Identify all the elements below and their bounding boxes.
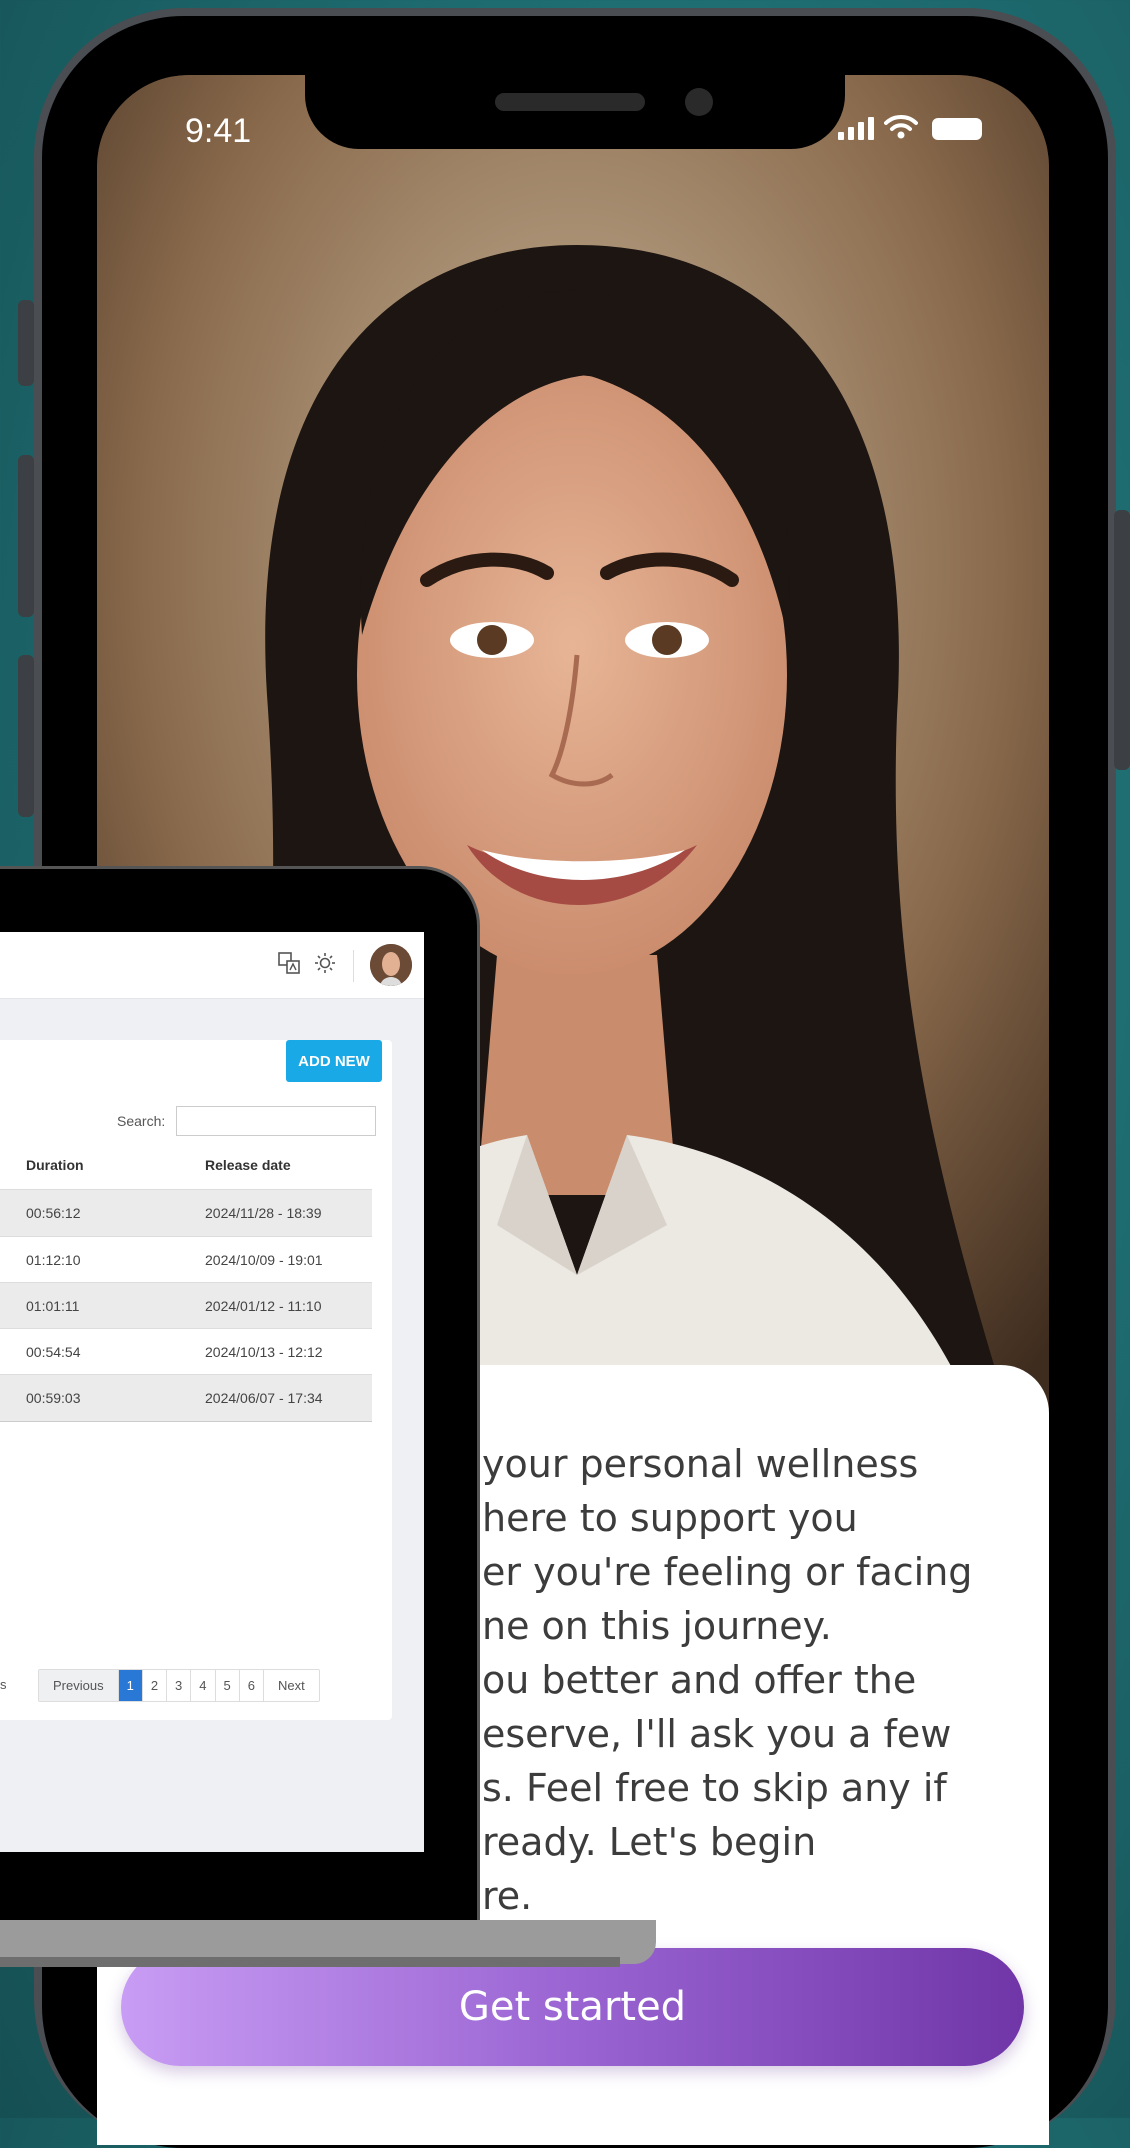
page-button-1[interactable]: 1 <box>117 1670 142 1701</box>
avatar[interactable] <box>370 944 412 986</box>
status-time: 9:41 <box>185 112 252 150</box>
table-row[interactable]: 01:01:11 2024/01/12 - 11:10 <box>0 1282 372 1329</box>
page-button-4[interactable]: 4 <box>190 1670 214 1701</box>
welcome-line: s. Feel free to skip any if <box>482 1766 947 1810</box>
translate-icon[interactable] <box>278 952 300 980</box>
topbar-divider <box>353 950 354 982</box>
welcome-line: ne on this journey. <box>482 1604 832 1648</box>
battery-icon <box>932 118 982 140</box>
table-row[interactable]: 00:56:12 2024/11/28 - 18:39 <box>0 1190 372 1236</box>
add-new-button[interactable]: ADD NEW <box>286 1040 382 1082</box>
speaker-grille <box>495 93 645 111</box>
pagination-info: s <box>0 1677 7 1692</box>
welcome-message: your personal wellness here to support y… <box>482 1437 1002 1923</box>
status-icons <box>838 114 982 140</box>
laptop-screen: ADD NEW Search: Duration Release date 00… <box>0 932 424 1852</box>
pagination: Previous 1 2 3 4 5 6 Next <box>38 1669 320 1702</box>
welcome-line: ou better and offer the <box>482 1658 917 1702</box>
cell-release-date: 2024/10/09 - 19:01 <box>205 1252 323 1268</box>
welcome-line: eserve, I'll ask you a few <box>482 1712 952 1756</box>
next-page-button[interactable]: Next <box>262 1670 319 1701</box>
welcome-line: ready. Let's begin <box>482 1820 817 1864</box>
cell-release-date: 2024/01/12 - 11:10 <box>205 1298 322 1314</box>
sun-icon[interactable] <box>314 952 336 980</box>
phone-side-button <box>18 655 34 817</box>
column-header-duration[interactable]: Duration <box>26 1157 84 1173</box>
phone-power-button <box>1114 510 1130 770</box>
cell-duration: 00:56:12 <box>26 1205 81 1221</box>
cell-duration: 01:01:11 <box>26 1298 80 1314</box>
cell-release-date: 2024/06/07 - 17:34 <box>205 1390 323 1406</box>
phone-notch <box>305 75 845 149</box>
table-row[interactable]: 00:59:03 2024/06/07 - 17:34 <box>0 1374 372 1422</box>
welcome-line: your personal wellness <box>482 1442 919 1486</box>
welcome-line: er you're feeling or facing <box>482 1550 973 1594</box>
phone-side-button <box>18 455 34 617</box>
phone-side-button <box>18 300 34 386</box>
dashboard-topbar <box>0 932 424 999</box>
cell-duration: 00:54:54 <box>26 1344 81 1360</box>
search-input[interactable] <box>176 1106 376 1136</box>
cell-duration: 00:59:03 <box>26 1390 81 1406</box>
page-button-5[interactable]: 5 <box>214 1670 239 1701</box>
cell-release-date: 2024/10/13 - 12:12 <box>205 1344 323 1360</box>
front-camera <box>685 88 713 116</box>
wifi-icon <box>884 115 918 139</box>
table-row[interactable]: 00:54:54 2024/10/13 - 12:12 <box>0 1328 372 1375</box>
previous-page-button[interactable]: Previous <box>39 1670 118 1701</box>
page-button-2[interactable]: 2 <box>141 1670 166 1701</box>
page-button-3[interactable]: 3 <box>166 1670 190 1701</box>
signal-icon <box>838 117 874 140</box>
column-header-release-date[interactable]: Release date <box>205 1157 291 1173</box>
page-button-6[interactable]: 6 <box>238 1670 263 1701</box>
search-label: Search: <box>117 1113 166 1129</box>
welcome-line: here to support you <box>482 1496 858 1540</box>
cell-duration: 01:12:10 <box>26 1252 81 1268</box>
welcome-line: re. <box>482 1874 533 1918</box>
cell-release-date: 2024/11/28 - 18:39 <box>205 1205 322 1221</box>
laptop-base-edge <box>0 1957 620 1967</box>
table-row[interactable]: 01:12:10 2024/10/09 - 19:01 <box>0 1236 372 1283</box>
